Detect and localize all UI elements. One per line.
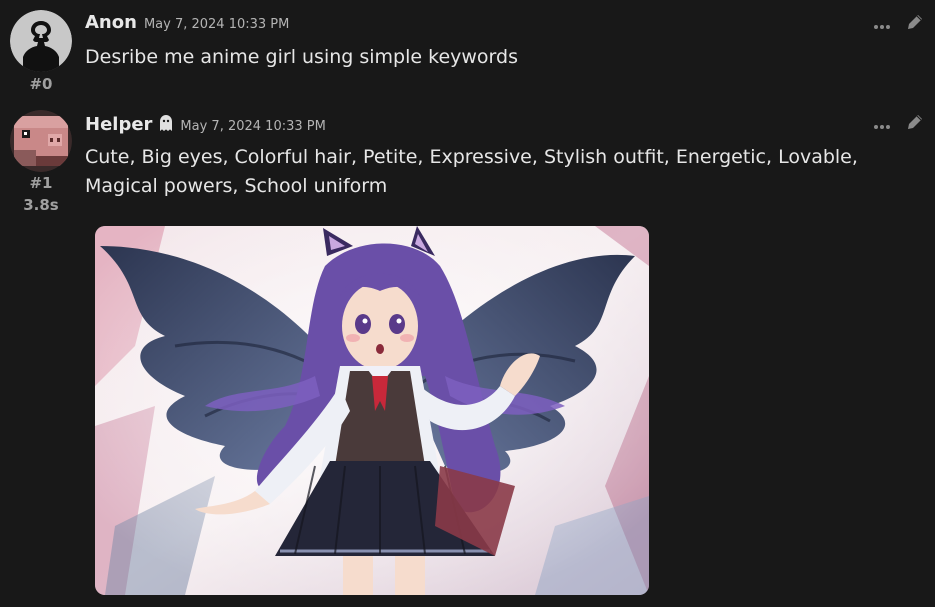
- message-actions: [873, 12, 925, 36]
- ghost-icon: [159, 114, 173, 132]
- edit-pencil-icon[interactable]: [905, 112, 925, 136]
- author-name[interactable]: Anon: [85, 12, 137, 33]
- edit-pencil-icon[interactable]: [905, 12, 925, 36]
- message-timestamp: May 7, 2024 10:33 PM: [143, 17, 290, 32]
- message-text: Desribe me anime girl using simple keywo…: [85, 46, 518, 68]
- author-name[interactable]: Helper: [85, 114, 152, 135]
- message-text: Cute, Big eyes, Colorful hair, Petite, E…: [85, 146, 858, 197]
- chat-message: #1 3.8s Helper May 7, 2024 10:33 PM Cute…: [0, 100, 935, 607]
- user-silhouette-icon: [10, 10, 72, 72]
- message-timestamp: May 7, 2024 10:33 PM: [180, 119, 326, 134]
- more-options-icon[interactable]: [873, 115, 891, 134]
- message-header: Anon May 7, 2024 10:33 PM: [85, 12, 289, 33]
- more-options-icon[interactable]: [873, 15, 891, 34]
- chat-message: #0 Anon May 7, 2024 10:33 PM Desribe me …: [0, 0, 935, 100]
- bot-avatar[interactable]: [10, 110, 72, 172]
- chat-log: #0 Anon May 7, 2024 10:33 PM Desribe me …: [0, 0, 935, 607]
- pig-avatar-icon: [10, 110, 72, 172]
- user-avatar[interactable]: [10, 10, 72, 72]
- generation-time: 3.8s: [23, 196, 59, 214]
- message-actions: [873, 112, 925, 136]
- generated-image[interactable]: [95, 226, 649, 595]
- message-index: #1: [29, 174, 53, 192]
- anime-girl-illustration: [95, 226, 649, 595]
- message-header: Helper May 7, 2024 10:33 PM: [85, 112, 326, 135]
- message-index: #0: [29, 75, 53, 93]
